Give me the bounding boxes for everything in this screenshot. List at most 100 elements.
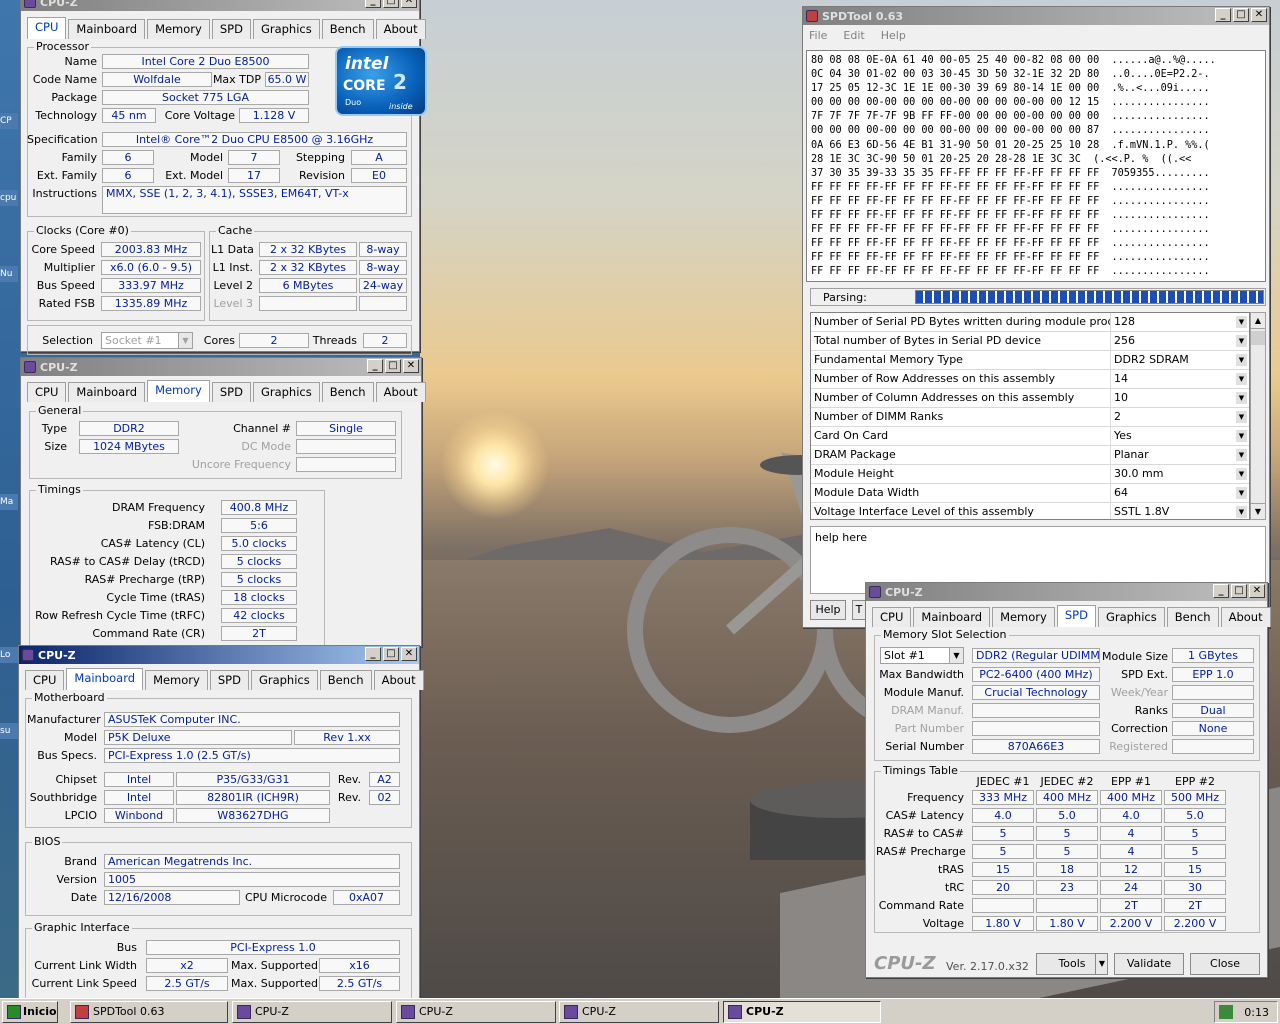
- grid-row[interactable]: Total number of Bytes in Serial PD devic…: [811, 332, 1249, 351]
- tray-network-icon[interactable]: [1219, 1005, 1233, 1019]
- menu-edit[interactable]: Edit: [843, 29, 864, 42]
- chevron-down-icon[interactable]: ▼: [1236, 468, 1247, 480]
- close-button[interactable]: ✕: [401, 0, 417, 8]
- close-button[interactable]: ✕: [401, 647, 417, 661]
- chevron-down-icon[interactable]: ▼: [1236, 430, 1247, 442]
- tab-spd[interactable]: SPD: [1056, 605, 1096, 627]
- tab-spd[interactable]: SPD: [211, 19, 251, 39]
- taskbar-item-cpuz[interactable]: CPU-Z: [559, 1001, 719, 1023]
- grid-row[interactable]: Number of DIMM Ranks 2 ▼: [811, 408, 1249, 427]
- grid-value[interactable]: 30.0 mm ▼: [1111, 465, 1249, 483]
- chevron-down-icon[interactable]: ▼: [1236, 487, 1247, 499]
- chevron-down-icon[interactable]: ▼: [1236, 373, 1247, 385]
- grid-row[interactable]: DRAM Package Planar ▼: [811, 446, 1249, 465]
- tab-about[interactable]: About: [1220, 607, 1271, 627]
- tab-bench[interactable]: Bench: [319, 670, 372, 690]
- tab-bench[interactable]: Bench: [1166, 607, 1219, 627]
- maximize-button[interactable]: □: [383, 647, 399, 661]
- grid-row[interactable]: Fundamental Memory Type DDR2 SDRAM ▼: [811, 351, 1249, 370]
- grid-value[interactable]: Yes ▼: [1111, 427, 1249, 445]
- tools-button[interactable]: Tools ▼: [1036, 953, 1108, 975]
- grid-value[interactable]: SSTL 1.8V ▼: [1111, 503, 1249, 519]
- title-bar[interactable]: CPU-Z _ □ ✕: [21, 358, 421, 376]
- grid-value[interactable]: 64 ▼: [1111, 484, 1249, 502]
- desktop-icon[interactable]: Lo: [0, 647, 18, 663]
- grid-row[interactable]: Module Height 30.0 mm ▼: [811, 465, 1249, 484]
- title-bar[interactable]: CPU-Z _ □ ✕: [866, 583, 1267, 601]
- tab-bench[interactable]: Bench: [321, 382, 374, 402]
- spd-property-grid[interactable]: Number of Serial PD Bytes written during…: [810, 312, 1250, 520]
- taskbar-item-cpuz-active[interactable]: CPU-Z: [723, 1001, 881, 1023]
- minimize-button[interactable]: _: [1215, 8, 1231, 22]
- tab-about[interactable]: About: [373, 670, 424, 690]
- desktop-icon[interactable]: Nu: [0, 266, 18, 282]
- chevron-down-icon[interactable]: ▼: [1236, 316, 1247, 328]
- tab-spd[interactable]: SPD: [211, 382, 251, 402]
- grid-row[interactable]: Number of Column Addresses on this assem…: [811, 389, 1249, 408]
- desktop-icon[interactable]: Ma: [0, 494, 18, 510]
- grid-row[interactable]: Number of Serial PD Bytes written during…: [811, 313, 1249, 332]
- grid-value[interactable]: DDR2 SDRAM ▼: [1111, 351, 1249, 369]
- title-bar[interactable]: CPU-Z _ □ ✕: [19, 646, 419, 664]
- grid-value[interactable]: 10 ▼: [1111, 389, 1249, 407]
- desktop-icon[interactable]: cpu: [0, 190, 18, 206]
- maximize-button[interactable]: □: [383, 0, 399, 8]
- grid-scrollbar[interactable]: ▲ ▼: [1250, 312, 1266, 520]
- validate-button[interactable]: Validate: [1114, 953, 1184, 975]
- tab-mainboard[interactable]: Mainboard: [68, 19, 146, 39]
- tab-mainboard[interactable]: Mainboard: [68, 382, 146, 402]
- grid-row[interactable]: Voltage Interface Level of this assembly…: [811, 503, 1249, 519]
- tab-about[interactable]: About: [375, 19, 426, 39]
- tab-bench[interactable]: Bench: [321, 19, 374, 39]
- tab-cpu[interactable]: CPU: [27, 17, 67, 39]
- scroll-thumb[interactable]: [1251, 331, 1265, 345]
- grid-value[interactable]: 2 ▼: [1111, 408, 1249, 426]
- menu-file[interactable]: File: [809, 29, 827, 42]
- close-app-button[interactable]: Close: [1190, 953, 1260, 975]
- chevron-down-icon[interactable]: ▼: [1236, 392, 1247, 404]
- close-button[interactable]: ✕: [403, 359, 419, 373]
- tab-cpu[interactable]: CPU: [25, 670, 65, 690]
- grid-value[interactable]: 128 ▼: [1111, 313, 1249, 331]
- tab-mainboard[interactable]: Mainboard: [66, 668, 144, 690]
- chevron-down-icon[interactable]: ▼: [1236, 335, 1247, 347]
- grid-row[interactable]: Card On Card Yes ▼: [811, 427, 1249, 446]
- menu-help[interactable]: Help: [881, 29, 906, 42]
- start-button[interactable]: Inicio: [2, 1001, 58, 1023]
- minimize-button[interactable]: _: [367, 359, 383, 373]
- tab-about[interactable]: About: [375, 382, 426, 402]
- minimize-button[interactable]: _: [365, 0, 381, 8]
- tab-memory[interactable]: Memory: [992, 607, 1055, 627]
- slot-select[interactable]: Slot #1 ▼: [880, 647, 964, 664]
- tab-graphics[interactable]: Graphics: [252, 19, 320, 39]
- scroll-up-icon[interactable]: ▲: [1251, 313, 1265, 329]
- tab-memory[interactable]: Memory: [145, 670, 208, 690]
- tab-cpu[interactable]: CPU: [872, 607, 912, 627]
- taskbar-item-cpuz[interactable]: CPU-Z: [396, 1001, 556, 1023]
- grid-value[interactable]: 14 ▼: [1111, 370, 1249, 388]
- maximize-button[interactable]: □: [385, 359, 401, 373]
- maximize-button[interactable]: □: [1231, 584, 1247, 598]
- taskbar-item-spdtool[interactable]: SPDTool 0.63: [70, 1001, 228, 1023]
- tab-spd[interactable]: SPD: [209, 670, 249, 690]
- help-button[interactable]: Help: [810, 600, 846, 620]
- tab-memory[interactable]: Memory: [147, 380, 210, 402]
- tab-graphics[interactable]: Graphics: [250, 670, 318, 690]
- tab-memory[interactable]: Memory: [147, 19, 210, 39]
- minimize-button[interactable]: _: [365, 647, 381, 661]
- tab-mainboard[interactable]: Mainboard: [913, 607, 991, 627]
- minimize-button[interactable]: _: [1213, 584, 1229, 598]
- taskbar-item-cpuz[interactable]: CPU-Z: [232, 1001, 392, 1023]
- tab-cpu[interactable]: CPU: [27, 382, 67, 402]
- close-button[interactable]: ✕: [1251, 8, 1267, 22]
- tab-graphics[interactable]: Graphics: [252, 382, 320, 402]
- chevron-down-icon[interactable]: ▼: [1236, 354, 1247, 366]
- maximize-button[interactable]: □: [1233, 8, 1249, 22]
- chevron-down-icon[interactable]: ▼: [1236, 506, 1247, 518]
- socket-select[interactable]: Socket #1 ▼: [101, 332, 193, 349]
- grid-row[interactable]: Number of Row Addresses on this assembly…: [811, 370, 1249, 389]
- hex-dump-view[interactable]: 80 08 08 0E-0A 61 40 00-05 25 40 00-82 0…: [806, 50, 1266, 282]
- title-bar[interactable]: SPDTool 0.63 _ □ ✕: [803, 7, 1269, 25]
- chevron-down-icon[interactable]: ▼: [1236, 449, 1247, 461]
- t-button[interactable]: T: [852, 600, 866, 620]
